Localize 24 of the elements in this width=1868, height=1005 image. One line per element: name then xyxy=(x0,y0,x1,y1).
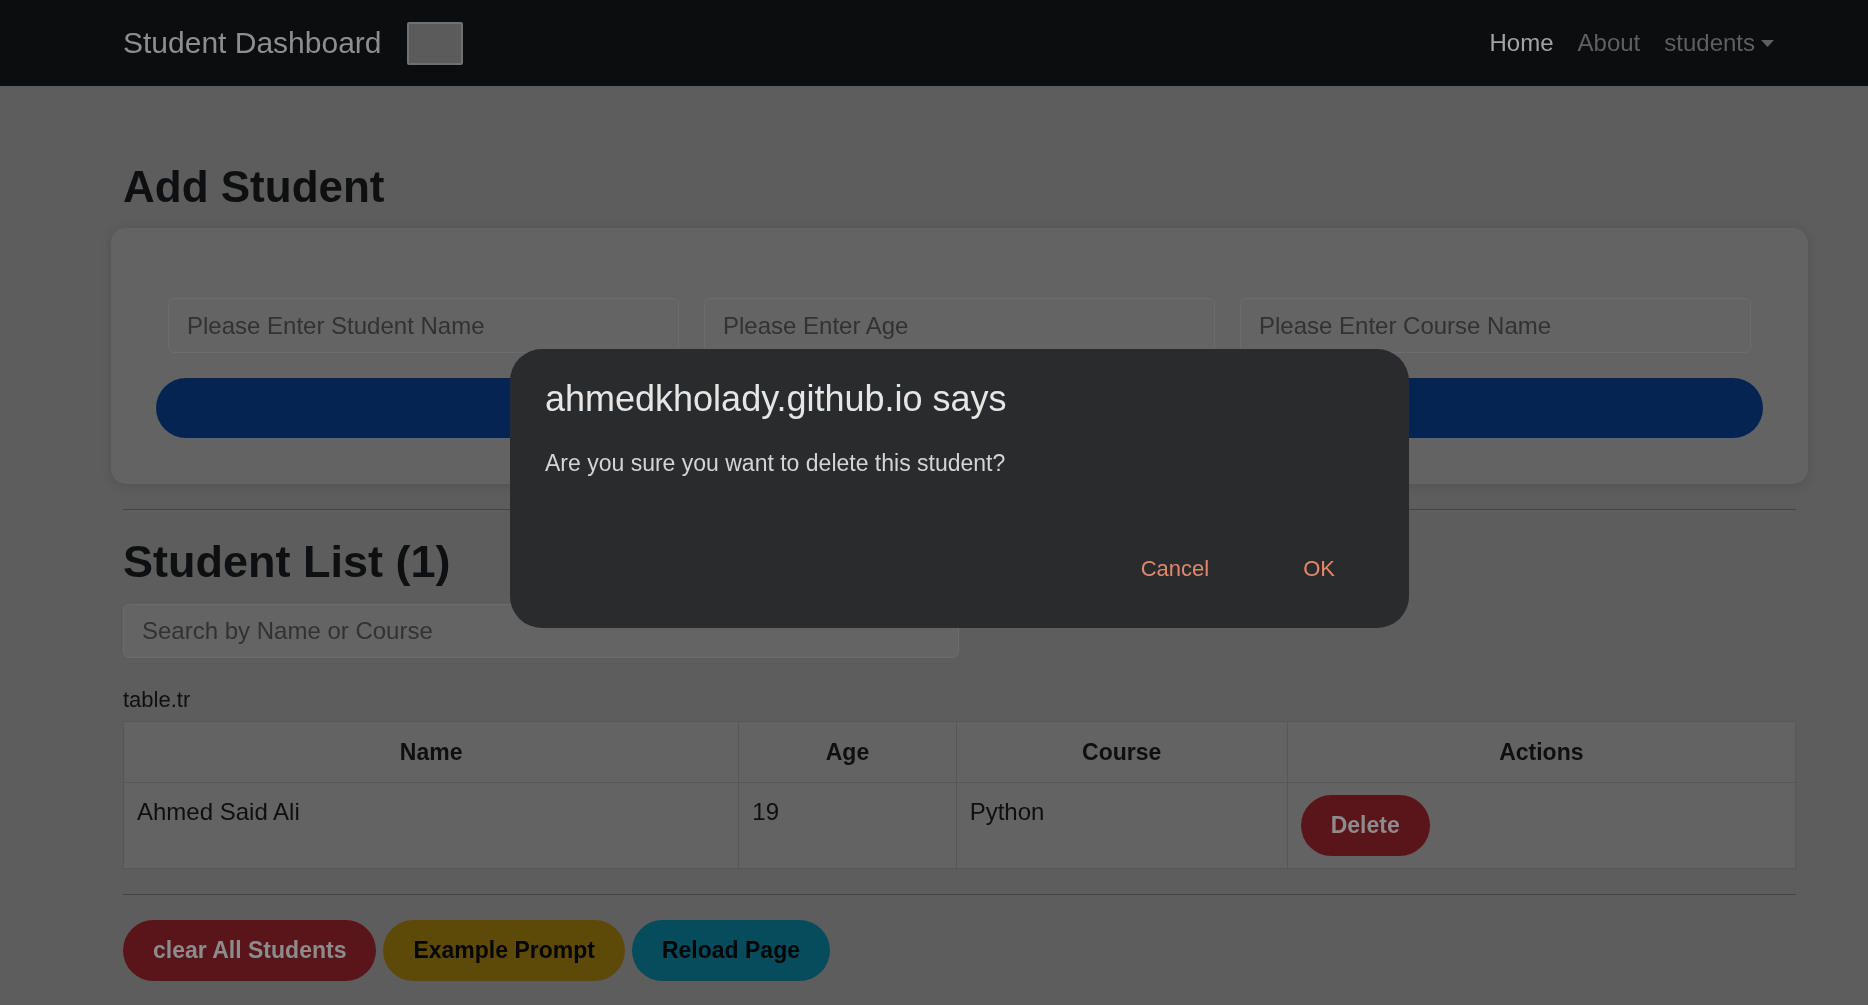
table-cell: Ahmed Said Ali xyxy=(123,782,739,869)
toggle-button[interactable] xyxy=(406,21,463,65)
delete-button[interactable]: Delete xyxy=(1300,795,1430,856)
section-heading: Student List (1) xyxy=(123,535,451,588)
dialog-message: Are you sure you want to delete this student? xyxy=(545,449,1006,477)
dialog-button[interactable]: Cancel xyxy=(1128,549,1222,588)
column-header: Actions xyxy=(1287,721,1796,783)
section-heading: Add Student xyxy=(123,161,385,213)
column-header: Age xyxy=(738,721,957,783)
column-header: Name xyxy=(123,721,739,783)
table-cell: 19 xyxy=(738,782,957,869)
dropdown-link[interactable]: students xyxy=(1652,21,1786,65)
nav-link[interactable]: Home xyxy=(1477,21,1566,65)
caret-icon xyxy=(1761,39,1774,47)
dialog-title: ahmedkholady.github.io says xyxy=(545,377,1007,421)
caption-text: table.tr xyxy=(123,687,191,713)
table-cell: Python xyxy=(956,782,1288,869)
nav-link[interactable]: About xyxy=(1565,21,1653,65)
action-button[interactable]: clear All Students xyxy=(123,920,377,981)
action-button[interactable]: Example Prompt xyxy=(383,920,625,981)
column-header: Course xyxy=(956,721,1288,783)
brand-link[interactable]: Student Dashboard xyxy=(123,25,382,61)
action-button[interactable]: Reload Page xyxy=(631,920,830,981)
dialog-button[interactable]: OK xyxy=(1291,549,1347,588)
